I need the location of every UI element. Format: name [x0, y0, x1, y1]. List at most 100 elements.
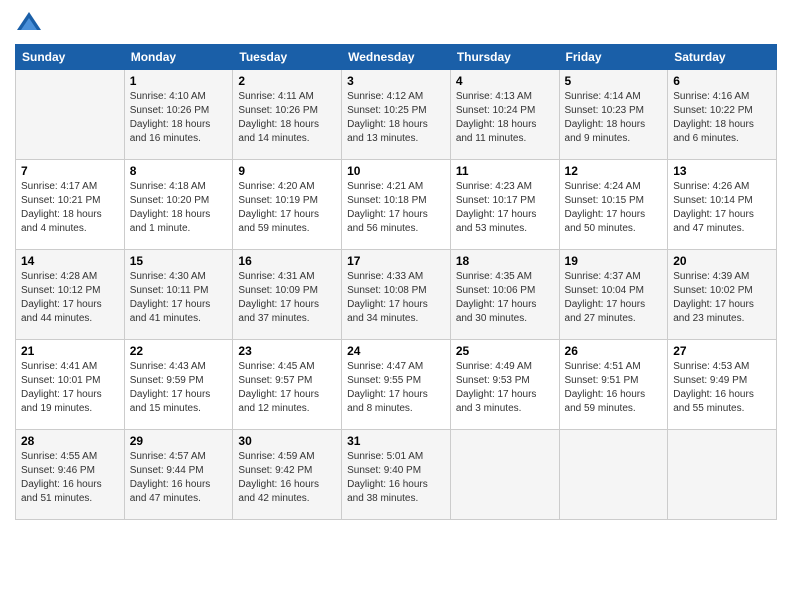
day-number: 10	[347, 164, 445, 178]
calendar-cell	[559, 430, 668, 520]
calendar-week-4: 21 Sunrise: 4:41 AMSunset: 10:01 PMDaylig…	[16, 340, 777, 430]
calendar-cell: 31Sunrise: 5:01 AMSunset: 9:40 PMDayligh…	[342, 430, 451, 520]
day-info: Sunrise: 4:30 AMSunset: 10:11 PMDaylight…	[130, 270, 228, 326]
day-number: 9	[238, 164, 336, 178]
calendar-cell: 20Sunrise: 4:39 AMSunset: 10:02 PMDaylig…	[668, 250, 777, 340]
day-info: Sunrise: 4:43 AMSunset: 9:59 PMDaylight:…	[130, 360, 228, 416]
calendar-cell: 15 Sunrise: 4:30 AMSunset: 10:11 PMDaylig…	[124, 250, 233, 340]
day-info: Sunrise: 4:28 AMSunset: 10:12 PMDaylight…	[21, 270, 119, 326]
calendar-cell: 6 Sunrise: 4:16 AMSunset: 10:22 PMDayligh…	[668, 70, 777, 160]
calendar-cell: 12Sunrise: 4:24 AMSunset: 10:15 PMDaylig…	[559, 160, 668, 250]
calendar-cell: 25 Sunrise: 4:49 AMSunset: 9:53 PMDayligh…	[450, 340, 559, 430]
day-number: 25	[456, 344, 554, 358]
day-info: Sunrise: 4:10 AMSunset: 10:26 PMDaylight…	[130, 90, 228, 146]
calendar-cell: 8 Sunrise: 4:18 AMSunset: 10:20 PMDayligh…	[124, 160, 233, 250]
day-info: Sunrise: 4:21 AMSunset: 10:18 PMDaylight…	[347, 180, 445, 236]
day-info: Sunrise: 4:33 AMSunset: 10:08 PMDaylight…	[347, 270, 445, 326]
day-info: Sunrise: 4:53 AMSunset: 9:49 PMDaylight:…	[673, 360, 771, 416]
day-number: 11	[456, 164, 554, 178]
calendar-cell: 11 Sunrise: 4:23 AMSunset: 10:17 PMDaylig…	[450, 160, 559, 250]
day-number: 7	[21, 164, 119, 178]
day-info: Sunrise: 4:49 AMSunset: 9:53 PMDaylight:…	[456, 360, 554, 416]
day-number: 3	[347, 74, 445, 88]
calendar-cell: 22 Sunrise: 4:43 AMSunset: 9:59 PMDayligh…	[124, 340, 233, 430]
day-info: Sunrise: 4:26 AMSunset: 10:14 PMDaylight…	[673, 180, 771, 236]
day-number: 6	[673, 74, 771, 88]
calendar-cell: 4 Sunrise: 4:13 AMSunset: 10:24 PMDayligh…	[450, 70, 559, 160]
day-info: Sunrise: 4:20 AMSunset: 10:19 PMDaylight…	[238, 180, 336, 236]
calendar-cell: 21 Sunrise: 4:41 AMSunset: 10:01 PMDaylig…	[16, 340, 125, 430]
calendar-week-2: 7 Sunrise: 4:17 AMSunset: 10:21 PMDayligh…	[16, 160, 777, 250]
weekday-header-thursday: Thursday	[450, 45, 559, 70]
day-number: 27	[673, 344, 771, 358]
day-info: Sunrise: 4:37 AMSunset: 10:04 PMDaylight…	[565, 270, 663, 326]
calendar-cell: 9 Sunrise: 4:20 AMSunset: 10:19 PMDayligh…	[233, 160, 342, 250]
day-info: Sunrise: 4:35 AMSunset: 10:06 PMDaylight…	[456, 270, 554, 326]
calendar-cell: 17 Sunrise: 4:33 AMSunset: 10:08 PMDaylig…	[342, 250, 451, 340]
day-number: 16	[238, 254, 336, 268]
day-info: Sunrise: 4:57 AMSunset: 9:44 PMDaylight:…	[130, 450, 228, 506]
day-info: Sunrise: 4:12 AMSunset: 10:25 PMDaylight…	[347, 90, 445, 146]
calendar-cell: 13 Sunrise: 4:26 AMSunset: 10:14 PMDaylig…	[668, 160, 777, 250]
day-info: Sunrise: 4:24 AMSunset: 10:15 PMDaylight…	[565, 180, 663, 236]
calendar-cell: 29Sunrise: 4:57 AMSunset: 9:44 PMDayligh…	[124, 430, 233, 520]
day-number: 2	[238, 74, 336, 88]
day-number: 15	[130, 254, 228, 268]
day-number: 22	[130, 344, 228, 358]
page-header	[15, 10, 777, 38]
calendar-cell: 18 Sunrise: 4:35 AMSunset: 10:06 PMDaylig…	[450, 250, 559, 340]
day-number: 8	[130, 164, 228, 178]
weekday-header-friday: Friday	[559, 45, 668, 70]
day-number: 14	[21, 254, 119, 268]
day-number: 17	[347, 254, 445, 268]
calendar-cell: 10 Sunrise: 4:21 AMSunset: 10:18 PMDaylig…	[342, 160, 451, 250]
calendar-cell	[16, 70, 125, 160]
calendar-cell: 23Sunrise: 4:45 AMSunset: 9:57 PMDayligh…	[233, 340, 342, 430]
logo-icon	[15, 10, 43, 38]
day-info: Sunrise: 4:23 AMSunset: 10:17 PMDaylight…	[456, 180, 554, 236]
calendar-cell: 1 Sunrise: 4:10 AMSunset: 10:26 PMDayligh…	[124, 70, 233, 160]
day-info: Sunrise: 4:47 AMSunset: 9:55 PMDaylight:…	[347, 360, 445, 416]
logo	[15, 10, 47, 38]
day-info: Sunrise: 4:13 AMSunset: 10:24 PMDaylight…	[456, 90, 554, 146]
weekday-header-saturday: Saturday	[668, 45, 777, 70]
day-number: 13	[673, 164, 771, 178]
calendar-cell: 3 Sunrise: 4:12 AMSunset: 10:25 PMDayligh…	[342, 70, 451, 160]
calendar-week-3: 14 Sunrise: 4:28 AMSunset: 10:12 PMDaylig…	[16, 250, 777, 340]
calendar-cell: 27 Sunrise: 4:53 AMSunset: 9:49 PMDayligh…	[668, 340, 777, 430]
day-info: Sunrise: 4:11 AMSunset: 10:26 PMDaylight…	[238, 90, 336, 146]
weekday-header-row: SundayMondayTuesdayWednesdayThursdayFrid…	[16, 45, 777, 70]
day-number: 1	[130, 74, 228, 88]
calendar-cell: 14 Sunrise: 4:28 AMSunset: 10:12 PMDaylig…	[16, 250, 125, 340]
weekday-header-monday: Monday	[124, 45, 233, 70]
day-info: Sunrise: 4:16 AMSunset: 10:22 PMDaylight…	[673, 90, 771, 146]
calendar-cell: 28Sunrise: 4:55 AMSunset: 9:46 PMDayligh…	[16, 430, 125, 520]
calendar-cell: 30 Sunrise: 4:59 AMSunset: 9:42 PMDayligh…	[233, 430, 342, 520]
weekday-header-wednesday: Wednesday	[342, 45, 451, 70]
day-info: Sunrise: 5:01 AMSunset: 9:40 PMDaylight:…	[347, 450, 445, 506]
day-number: 18	[456, 254, 554, 268]
day-number: 5	[565, 74, 663, 88]
day-info: Sunrise: 4:41 AMSunset: 10:01 PMDaylight…	[21, 360, 119, 416]
day-info: Sunrise: 4:31 AMSunset: 10:09 PMDaylight…	[238, 270, 336, 326]
calendar-cell: 16 Sunrise: 4:31 AMSunset: 10:09 PMDaylig…	[233, 250, 342, 340]
calendar-cell: 2 Sunrise: 4:11 AMSunset: 10:26 PMDayligh…	[233, 70, 342, 160]
weekday-header-sunday: Sunday	[16, 45, 125, 70]
calendar-cell	[450, 430, 559, 520]
day-number: 24	[347, 344, 445, 358]
day-number: 21	[21, 344, 119, 358]
day-number: 4	[456, 74, 554, 88]
day-info: Sunrise: 4:51 AMSunset: 9:51 PMDaylight:…	[565, 360, 663, 416]
day-info: Sunrise: 4:59 AMSunset: 9:42 PMDaylight:…	[238, 450, 336, 506]
day-info: Sunrise: 4:18 AMSunset: 10:20 PMDaylight…	[130, 180, 228, 236]
calendar-week-5: 28Sunrise: 4:55 AMSunset: 9:46 PMDayligh…	[16, 430, 777, 520]
day-info: Sunrise: 4:55 AMSunset: 9:46 PMDaylight:…	[21, 450, 119, 506]
weekday-header-tuesday: Tuesday	[233, 45, 342, 70]
day-info: Sunrise: 4:39 AMSunset: 10:02 PMDaylight…	[673, 270, 771, 326]
day-info: Sunrise: 4:17 AMSunset: 10:21 PMDaylight…	[21, 180, 119, 236]
calendar-cell: 24 Sunrise: 4:47 AMSunset: 9:55 PMDayligh…	[342, 340, 451, 430]
calendar-week-1: 1 Sunrise: 4:10 AMSunset: 10:26 PMDayligh…	[16, 70, 777, 160]
day-info: Sunrise: 4:14 AMSunset: 10:23 PMDaylight…	[565, 90, 663, 146]
day-number: 30	[238, 434, 336, 448]
calendar-cell: 19Sunrise: 4:37 AMSunset: 10:04 PMDaylig…	[559, 250, 668, 340]
